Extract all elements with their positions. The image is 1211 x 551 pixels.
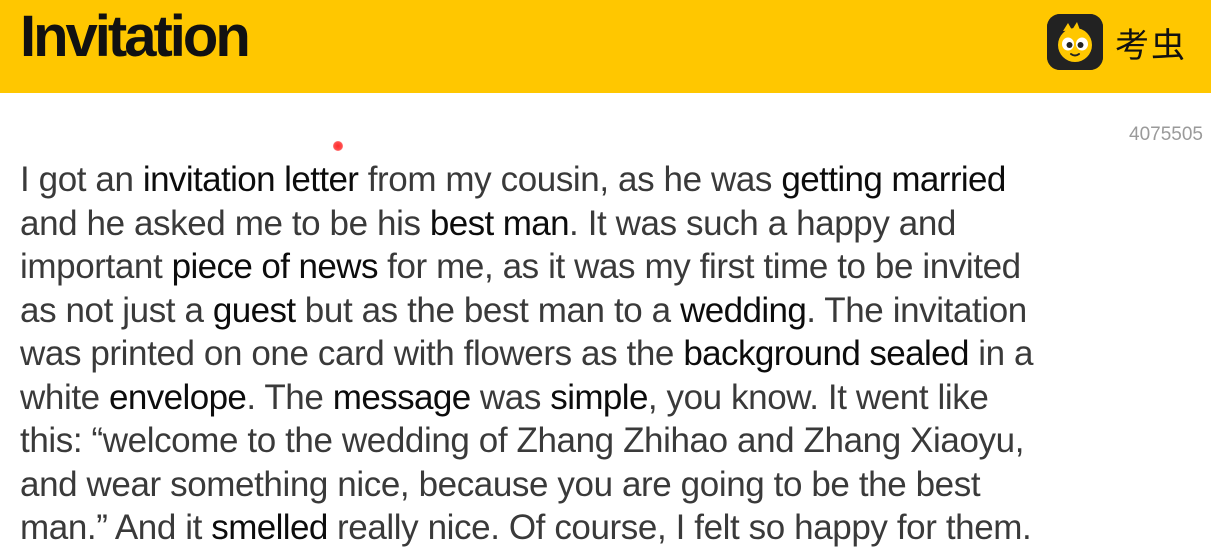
passage-segment: important <box>20 247 172 286</box>
passage-text: I got an invitation letter from my cousi… <box>20 158 1208 550</box>
passage-line: was printed on one card with flowers as … <box>20 332 1208 376</box>
passage-segment: . The invitation <box>806 290 1027 330</box>
passage-segment: was printed on one card with flowers as … <box>20 334 684 373</box>
brand-name: 考虫 <box>1115 25 1187 66</box>
keyword-phrase: background sealed <box>683 334 969 373</box>
keyword-phrase: piece of news <box>171 247 379 286</box>
passage-segment: from my cousin, as he was <box>358 160 782 199</box>
passage-segment: and he asked me to be his <box>20 203 430 243</box>
passage-segment: and wear something nice, because you are… <box>20 464 981 504</box>
red-dot-marker <box>333 141 343 151</box>
keyword-phrase: wedding <box>680 290 807 330</box>
keyword-phrase: smelled <box>211 508 328 547</box>
keyword-phrase: message <box>332 377 471 417</box>
keyword-phrase: envelope <box>109 377 247 417</box>
passage-segment: for me, as it was my first time to be in… <box>377 247 1021 286</box>
passage-segment: I got an <box>20 160 143 199</box>
passage-line: I got an invitation letter from my cousi… <box>20 158 1208 202</box>
passage-line: man.” And it smelled really nice. Of cou… <box>20 506 1208 550</box>
passage-line: important piece of news for me, as it wa… <box>20 245 1208 289</box>
chick-mascot-icon <box>1047 14 1103 70</box>
keyword-phrase: getting married <box>781 160 1006 199</box>
passage-segment: , you know. It went like <box>647 377 989 417</box>
passage-segment: but as the best man to a <box>295 290 681 330</box>
keyword-phrase: invitation letter <box>142 160 359 199</box>
keyword-phrase: simple <box>550 377 648 417</box>
passage-segment: as not just a <box>20 290 213 330</box>
keyword-phrase: guest <box>212 290 296 330</box>
passage-segment: really nice. Of course, I felt so happy … <box>327 508 1032 547</box>
passage-line: and he asked me to be his best man. It w… <box>20 202 1208 246</box>
passage-line: this: “welcome to the wedding of Zhang Z… <box>20 419 1208 463</box>
passage-line: and wear something nice, because you are… <box>20 463 1208 507</box>
brand-logo: 考虫 <box>1047 14 1187 70</box>
passage-segment: . The <box>246 377 333 417</box>
passage-segment: in a <box>968 334 1034 373</box>
passage-segment: white <box>20 377 110 417</box>
header-bar: Invitation 考虫 <box>0 0 1211 93</box>
page: Invitation 考虫 4075505 I got an invitatio… <box>0 0 1211 551</box>
passage-segment: this: “welcome to the wedding of Zhang Z… <box>20 421 1025 460</box>
keyword-phrase: best man <box>429 203 570 243</box>
document-id: 4075505 <box>1129 124 1203 145</box>
passage-segment: . It was such a happy and <box>569 203 956 243</box>
passage-segment: was <box>470 377 551 417</box>
page-title: Invitation <box>20 4 251 69</box>
passage-line: as not just a guest but as the best man … <box>20 289 1208 333</box>
passage-line: white envelope. The message was simple, … <box>20 376 1208 420</box>
passage-segment: man.” And it <box>20 508 212 547</box>
